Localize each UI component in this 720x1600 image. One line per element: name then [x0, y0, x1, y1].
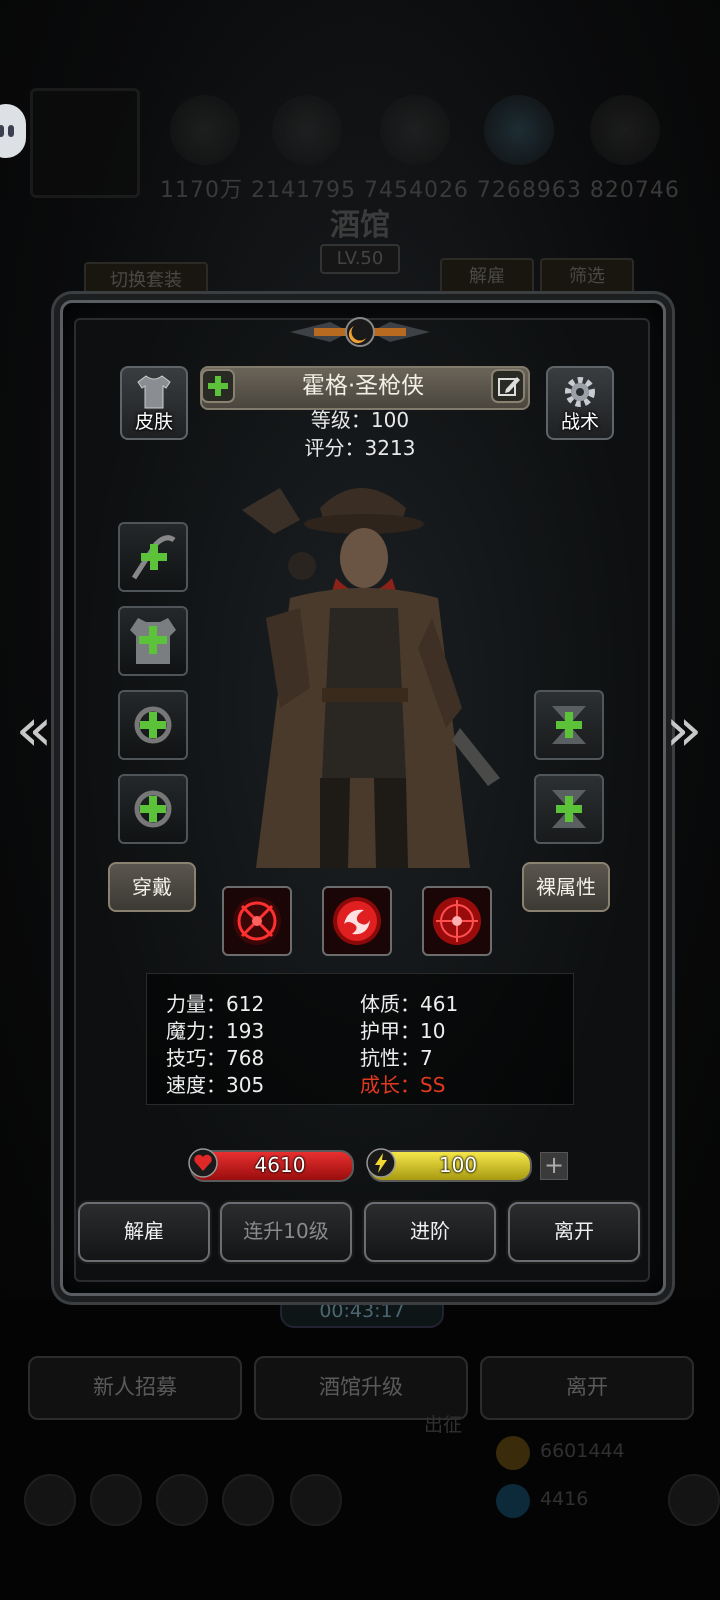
hero-name: 霍格·圣枪侠 [301, 373, 425, 399]
prev-hero-arrow[interactable]: « [10, 700, 58, 760]
gold-icon [496, 1436, 530, 1470]
switch-outfit-button[interactable]: 切换套装 [84, 262, 208, 300]
tactics-label: 战术 [560, 411, 599, 433]
crest-ornament-icon [290, 317, 430, 347]
gear-icon [565, 377, 595, 407]
background-filter-button[interactable]: 筛选 [540, 258, 634, 296]
bottom-nav-add-icon[interactable] [668, 1474, 720, 1526]
stat-constitution: 体质：461 [360, 992, 459, 1016]
gem-icon [496, 1484, 530, 1518]
tavern-title: 酒馆 [330, 208, 390, 243]
stat-magic: 魔力：193 [166, 1019, 265, 1043]
add-hero-plus-icon[interactable] [200, 368, 236, 404]
skill-slot-2[interactable] [322, 886, 392, 956]
shirt-icon [137, 375, 171, 409]
stat-strength: 力量：612 [166, 992, 265, 1016]
stat-resistance: 抗性：7 [360, 1046, 433, 1070]
swirl-skill-icon [333, 897, 381, 945]
hero-portrait [242, 488, 500, 868]
advance-button[interactable]: 进阶 [364, 1202, 496, 1262]
stat-growth: 成长：SS [360, 1073, 446, 1097]
background-dismiss-button[interactable]: 解雇 [440, 258, 534, 296]
expedition-label: 出征 [424, 1414, 463, 1436]
background-item-icon [590, 95, 660, 165]
scythe-plus-icon [131, 535, 176, 580]
skin-button[interactable]: 皮肤 [120, 366, 188, 440]
background-item-icon [170, 95, 240, 165]
dismiss-button[interactable]: 解雇 [78, 1202, 210, 1262]
tactics-button[interactable]: 战术 [546, 366, 614, 440]
rune-slot-1[interactable] [534, 690, 604, 760]
accessory-slot-1[interactable] [118, 690, 188, 760]
armor-slot[interactable] [118, 606, 188, 676]
add-energy-button[interactable]: + [540, 1152, 568, 1180]
edit-name-icon[interactable] [490, 368, 526, 404]
crosshair-skill-icon [233, 897, 281, 945]
stat-speed: 速度：305 [166, 1073, 265, 1097]
equip-button[interactable]: 穿戴 [108, 862, 196, 912]
stat-armor: 护甲：10 [360, 1019, 446, 1043]
base-attributes-button[interactable]: 裸属性 [522, 862, 610, 912]
target-skill-icon [433, 897, 481, 945]
background-frame-slot [30, 88, 140, 198]
level-up-10-button[interactable]: 连升10级 [220, 1202, 352, 1262]
skin-label: 皮肤 [134, 411, 173, 433]
gem-amount: 4416 [540, 1488, 589, 1510]
background-item-icon [272, 95, 342, 165]
bottom-nav-icon[interactable] [24, 1474, 76, 1526]
bottom-nav-icon[interactable] [290, 1474, 342, 1526]
skill-slot-3[interactable] [422, 886, 492, 956]
hourglass-plus-icon [552, 706, 586, 744]
energy-value: 100 [438, 1153, 478, 1177]
ring-plus-icon [134, 790, 172, 828]
stat-skill: 技巧：768 [166, 1046, 265, 1070]
armor-plus-icon [130, 618, 176, 664]
bottom-nav-icon[interactable] [156, 1474, 208, 1526]
background-item-icon [380, 95, 450, 165]
tavern-level: LV.50 [320, 244, 400, 274]
gold-amount: 6601444 [540, 1440, 625, 1462]
background-item-icon [484, 95, 554, 165]
leave-button[interactable]: 离开 [508, 1202, 640, 1262]
ring-plus-icon [134, 706, 172, 744]
hourglass-plus-icon [552, 790, 586, 828]
rune-slot-2[interactable] [534, 774, 604, 844]
background-leave-button[interactable]: 离开 [480, 1356, 694, 1420]
recruit-button[interactable]: 新人招募 [28, 1356, 242, 1420]
accessory-slot-2[interactable] [118, 774, 188, 844]
timer: 00:43:17 [280, 1294, 444, 1328]
weapon-slot[interactable] [118, 522, 188, 592]
skill-slot-1[interactable] [222, 886, 292, 956]
hp-value: 4610 [254, 1153, 306, 1177]
hero-level: 等级：100 [310, 408, 410, 432]
next-hero-arrow[interactable]: » [660, 700, 708, 760]
bottom-nav-icon[interactable] [222, 1474, 274, 1526]
bottom-nav-icon[interactable] [90, 1474, 142, 1526]
